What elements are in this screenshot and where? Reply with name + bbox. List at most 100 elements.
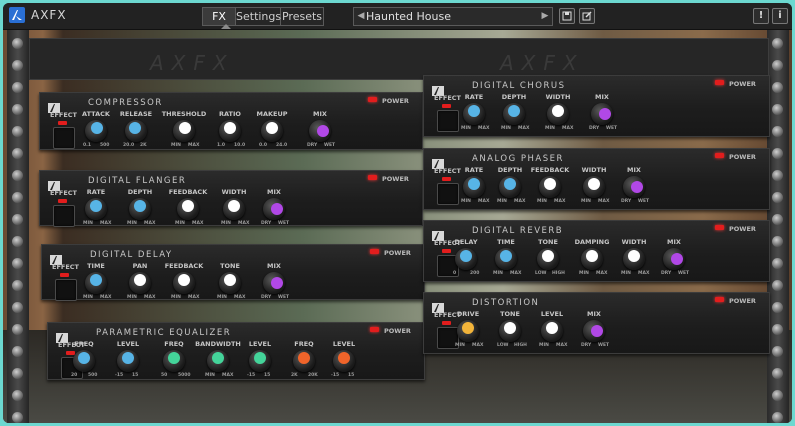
knob-min-label: LOW bbox=[535, 271, 547, 276]
knob-mix[interactable] bbox=[663, 248, 685, 270]
knob-max-label: WET bbox=[606, 126, 618, 131]
knob-min-label: MIN bbox=[497, 199, 507, 204]
knob-attack[interactable] bbox=[85, 120, 107, 142]
knob-mix[interactable] bbox=[263, 198, 285, 220]
knob-feedback[interactable] bbox=[177, 198, 199, 220]
knob-tone[interactable] bbox=[537, 248, 559, 270]
knob-level[interactable] bbox=[541, 320, 563, 342]
knob-width[interactable] bbox=[547, 103, 569, 125]
knob-level[interactable] bbox=[117, 350, 139, 372]
knob-threshold[interactable] bbox=[173, 120, 195, 142]
knob-rate[interactable] bbox=[463, 103, 485, 125]
knob-pan[interactable] bbox=[129, 272, 151, 294]
knob-depth[interactable] bbox=[503, 103, 525, 125]
knob-cap bbox=[90, 200, 102, 212]
power-led[interactable] bbox=[715, 80, 724, 85]
knob-makeup[interactable] bbox=[261, 120, 283, 142]
tab-presets[interactable]: Presets bbox=[281, 8, 323, 25]
unit-distortion: DISTORTION POWER EFFECT DRIVE MIN MAX TONE LOW H… bbox=[423, 292, 770, 354]
unit-logo-icon bbox=[48, 176, 60, 191]
power-led[interactable] bbox=[370, 327, 379, 332]
active-tab-indicator bbox=[221, 24, 231, 29]
rack-screw bbox=[772, 148, 783, 159]
tab-settings[interactable]: Settings bbox=[236, 8, 281, 25]
knob-min-label: MIN bbox=[83, 221, 93, 226]
knob-label: MIX bbox=[267, 188, 281, 196]
knob-max-label: MAX bbox=[238, 221, 250, 226]
knob-rate[interactable] bbox=[85, 198, 107, 220]
knob-time[interactable] bbox=[85, 272, 107, 294]
unit-compressor: COMPRESSOR POWER EFFECT ATTACK 0.1 500 RELEASE… bbox=[39, 92, 423, 150]
knob-cap bbox=[468, 178, 480, 190]
knob-max-label: MAX bbox=[188, 295, 200, 300]
warning-icon[interactable]: ! bbox=[753, 8, 769, 24]
power-led[interactable] bbox=[715, 297, 724, 302]
knob-tone[interactable] bbox=[219, 272, 241, 294]
knob-level[interactable] bbox=[333, 350, 355, 372]
effect-bypass-button[interactable] bbox=[53, 127, 75, 149]
effect-bypass-button[interactable] bbox=[53, 205, 75, 227]
rack-screw bbox=[772, 192, 783, 203]
knob-depth[interactable] bbox=[499, 176, 521, 198]
knob-cap bbox=[90, 274, 102, 286]
preset-name: Haunted House bbox=[366, 10, 451, 23]
edit-icon[interactable] bbox=[579, 8, 595, 24]
preset-selector[interactable]: ◀ Haunted House ▶ bbox=[353, 7, 553, 26]
unit-logo-icon bbox=[56, 328, 68, 343]
knob-bandwidth[interactable] bbox=[207, 350, 229, 372]
knob-freq[interactable] bbox=[163, 350, 185, 372]
power-led[interactable] bbox=[370, 249, 379, 254]
knob-min-label: 0.0 bbox=[259, 143, 267, 148]
knob-max-label: MAX bbox=[144, 221, 156, 226]
knob-time[interactable] bbox=[495, 248, 517, 270]
knob-cap bbox=[228, 200, 240, 212]
power-led[interactable] bbox=[368, 175, 377, 180]
tab-fx[interactable]: FX bbox=[203, 8, 236, 25]
power-led[interactable] bbox=[715, 153, 724, 158]
effect-bypass-button[interactable] bbox=[437, 183, 459, 205]
knob-mix[interactable] bbox=[591, 103, 613, 125]
rack-screw bbox=[12, 192, 23, 203]
knob-cap bbox=[468, 105, 480, 117]
power-led[interactable] bbox=[368, 97, 377, 102]
knob-release[interactable] bbox=[125, 120, 147, 142]
knob-min-label: MIN bbox=[501, 126, 511, 131]
knob-cap bbox=[224, 122, 236, 134]
knob-level[interactable] bbox=[249, 350, 271, 372]
knob-width[interactable] bbox=[223, 198, 245, 220]
knob-delay[interactable] bbox=[455, 248, 477, 270]
rack-screw bbox=[12, 126, 23, 137]
knob-mix[interactable] bbox=[583, 320, 605, 342]
knob-rate[interactable] bbox=[463, 176, 485, 198]
knob-tone[interactable] bbox=[499, 320, 521, 342]
rack-screw bbox=[772, 82, 783, 93]
knob-label: FEEDBACK bbox=[164, 262, 204, 270]
knob-min-label: -15 bbox=[331, 373, 340, 378]
knob-cap bbox=[586, 250, 598, 262]
knob-freq[interactable] bbox=[73, 350, 95, 372]
rack-rail-right bbox=[767, 30, 789, 423]
rack-screw bbox=[12, 60, 23, 71]
knob-feedback[interactable] bbox=[173, 272, 195, 294]
knob-depth[interactable] bbox=[129, 198, 151, 220]
power-label: POWER bbox=[729, 80, 756, 88]
knob-max-label: WET bbox=[598, 343, 610, 348]
rack-screw bbox=[12, 236, 23, 247]
info-icon[interactable]: i bbox=[772, 8, 788, 24]
knob-cap bbox=[500, 250, 512, 262]
knob-width[interactable] bbox=[583, 176, 605, 198]
preset-next-icon[interactable]: ▶ bbox=[539, 8, 551, 25]
save-icon[interactable] bbox=[559, 8, 575, 24]
knob-width[interactable] bbox=[623, 248, 645, 270]
knob-mix[interactable] bbox=[309, 120, 331, 142]
knob-mix[interactable] bbox=[263, 272, 285, 294]
effect-bypass-button[interactable] bbox=[55, 279, 77, 301]
effect-bypass-button[interactable] bbox=[437, 110, 459, 132]
knob-damping[interactable] bbox=[581, 248, 603, 270]
power-led[interactable] bbox=[715, 225, 724, 230]
knob-drive[interactable] bbox=[457, 320, 479, 342]
knob-freq[interactable] bbox=[293, 350, 315, 372]
knob-mix[interactable] bbox=[623, 176, 645, 198]
knob-feedback[interactable] bbox=[539, 176, 561, 198]
knob-ratio[interactable] bbox=[219, 120, 241, 142]
